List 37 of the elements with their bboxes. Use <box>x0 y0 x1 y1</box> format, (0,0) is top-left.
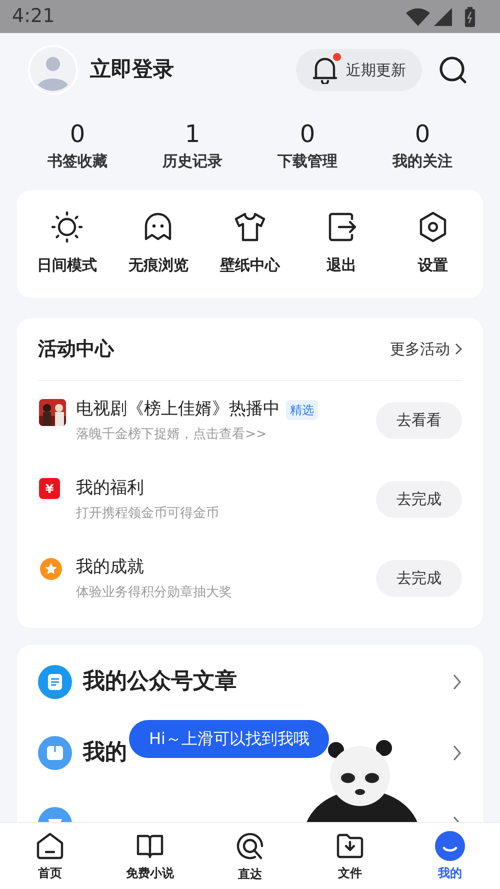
activity-title: 我的成就 <box>76 556 144 579</box>
yuan-icon: ¥ <box>39 478 60 499</box>
activity-title: 电视剧《榜上佳婿》热播中 <box>76 398 280 421</box>
action-button[interactable]: 去看看 <box>376 402 462 439</box>
more-link[interactable]: 更多活动 <box>390 338 462 360</box>
nav-tab[interactable]: 文件 <box>300 823 400 889</box>
stat-value: 0 <box>70 120 86 148</box>
tool-button[interactable]: 壁纸中心 <box>204 210 296 278</box>
stat-label[interactable]: 下载管理 <box>278 150 338 172</box>
stat-label[interactable]: 历史记录 <box>162 150 222 172</box>
activity-title: 我的福利 <box>76 477 144 500</box>
nav-tab[interactable]: 首页 <box>0 823 100 889</box>
activity-subtitle: 打开携程领金币可得金币 <box>76 504 220 522</box>
clock: 4:21 <box>12 4 55 30</box>
featured-tag: 精选 <box>286 400 318 420</box>
section-title: 活动中心 <box>38 336 114 362</box>
stat-label[interactable]: 我的关注 <box>392 150 452 172</box>
stat-value: 0 <box>414 120 430 148</box>
tool-button[interactable]: 日间模式 <box>21 210 113 278</box>
action-button[interactable]: 去完成 <box>376 560 462 597</box>
stat-label[interactable]: 书签收藏 <box>48 150 108 172</box>
login-link[interactable]: 立即登录 <box>90 54 174 86</box>
hint-tooltip: Hi～上滑可以找到我哦 <box>129 720 330 758</box>
action-button[interactable]: 去完成 <box>376 481 462 518</box>
menu-link[interactable]: 我的 <box>83 736 127 769</box>
nav-tab[interactable]: 我的 <box>400 823 500 889</box>
nav-tab[interactable]: 免费小说 <box>100 823 200 889</box>
stat-value: 1 <box>184 120 200 148</box>
tool-button[interactable]: 无痕浏览 <box>112 210 204 278</box>
tool-button[interactable]: 退出 <box>296 210 388 278</box>
nav-tab[interactable]: 直达 <box>200 823 300 889</box>
updates-button[interactable]: 近期更新 <box>296 49 422 91</box>
tool-button[interactable]: 设置 <box>387 210 479 278</box>
activity-subtitle: 落魄千金榜下捉婿，点击查看>> <box>76 426 268 444</box>
menu-link[interactable]: 我的公众号文章 <box>83 665 237 698</box>
stat-value: 0 <box>300 120 316 148</box>
activity-subtitle: 体验业务得积分勋章抽大奖 <box>76 584 233 602</box>
